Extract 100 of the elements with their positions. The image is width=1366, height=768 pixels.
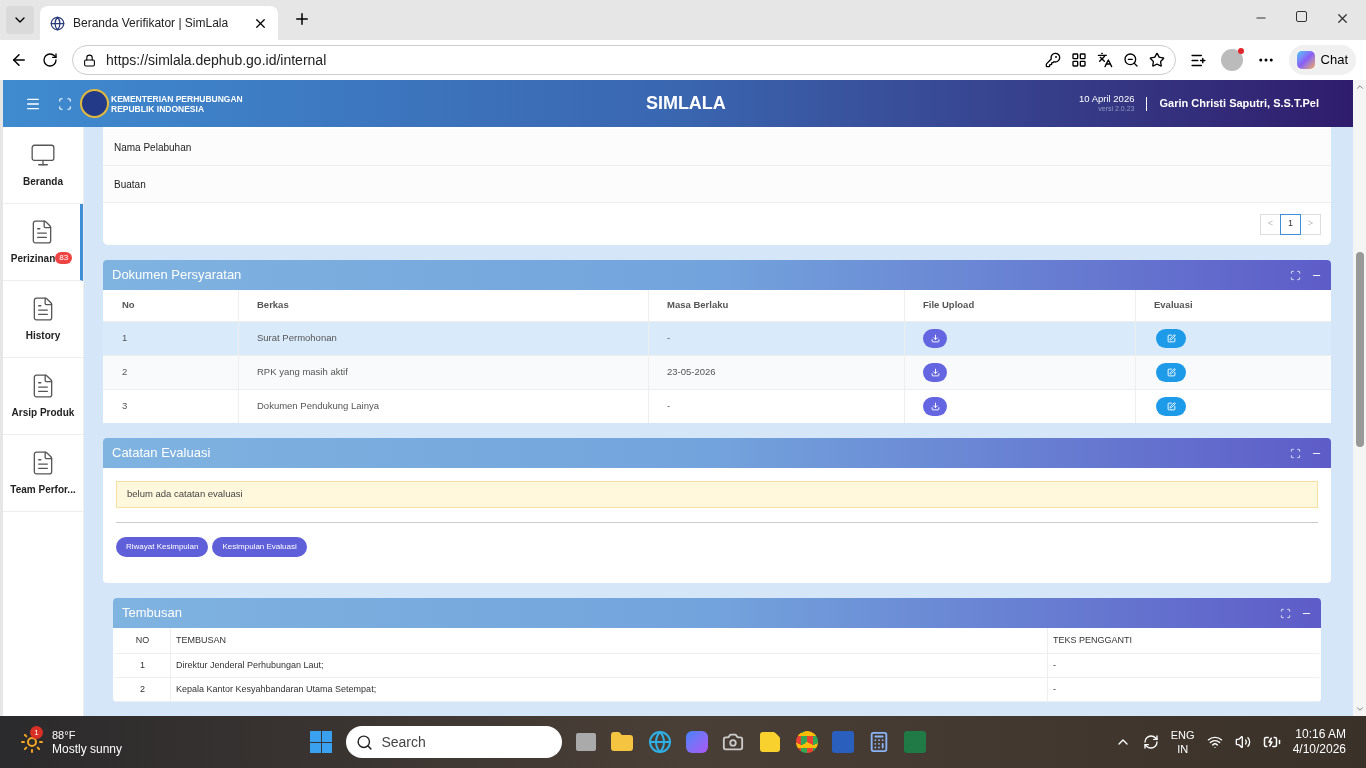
edit-icon xyxy=(1166,368,1176,377)
table-cell: Dokumen Pendukung Lainya xyxy=(238,389,648,423)
url-text: https://simlala.dephub.go.id/internal xyxy=(106,50,328,70)
fullscreen-icon[interactable] xyxy=(58,96,72,111)
table-cell: 1 xyxy=(103,321,238,355)
edit-icon xyxy=(1166,402,1176,411)
scroll-up-icon[interactable] xyxy=(1354,82,1365,92)
chat-button[interactable]: Chat xyxy=(1288,45,1356,75)
table-cell: - xyxy=(1047,654,1319,678)
table-cell: 1 xyxy=(115,654,170,678)
fullscreen-icon[interactable] xyxy=(1290,447,1301,459)
site-logo-icon xyxy=(50,15,65,31)
empty-notice: belum ada catatan evaluasi xyxy=(116,481,1318,508)
header-date: 10 April 2026 xyxy=(1079,93,1135,104)
table-cell: - xyxy=(648,389,904,423)
download-button[interactable] xyxy=(923,363,947,382)
key-icon[interactable] xyxy=(1044,52,1061,68)
action-button[interactable]: Riwayat Kesimpulan xyxy=(116,537,209,557)
table-cell: 3 xyxy=(103,389,238,423)
sidebar-item[interactable]: Team Perfor... xyxy=(3,435,83,512)
table-cell: RPK yang masih aktif xyxy=(238,355,648,389)
org-country: REPUBLIK INDONESIA xyxy=(111,103,206,114)
table-cell: 2 xyxy=(103,355,238,389)
sync-icon[interactable] xyxy=(1142,734,1159,750)
restore-window-icon[interactable] xyxy=(1296,11,1307,22)
panel-title: Dokumen Persyaratan xyxy=(112,266,242,285)
sidebar-label: History xyxy=(25,328,61,343)
lock-icon xyxy=(83,53,96,67)
edit-button[interactable] xyxy=(1156,363,1186,382)
region-text[interactable]: IN xyxy=(1177,742,1189,756)
action-button[interactable]: Kesimpulan Evaluasi xyxy=(212,537,307,557)
clock-time[interactable]: 10:16 AM xyxy=(1295,727,1346,742)
table-cell: Kepala Kantor Kesyahbandaran Utama Setempat; xyxy=(170,678,1047,702)
table-cell: - xyxy=(1047,678,1319,702)
sidebar-label: Beranda xyxy=(23,174,63,189)
fullscreen-icon[interactable] xyxy=(1280,607,1291,619)
scroll-down-icon[interactable] xyxy=(1354,704,1365,714)
new-tab-icon[interactable] xyxy=(293,10,311,28)
column-header: NO xyxy=(115,628,170,654)
table-cell: 2 xyxy=(115,678,170,702)
sidebar-item[interactable]: History xyxy=(3,281,83,358)
browser-icon[interactable] xyxy=(648,730,673,754)
browser-tab[interactable]: Beranda Verifikator | SimLala xyxy=(40,6,278,40)
folder-icon[interactable] xyxy=(610,730,635,754)
back-icon[interactable] xyxy=(10,51,28,69)
row-label: Nama Pelabuhan xyxy=(114,140,192,155)
panel-title: Tembusan xyxy=(122,604,182,623)
zoom-out-icon[interactable] xyxy=(1122,52,1139,68)
search-icon xyxy=(356,733,374,751)
column-header: TEKS PENGGANTI xyxy=(1047,628,1319,654)
download-icon xyxy=(930,368,940,377)
temperature: 88°F xyxy=(52,728,77,742)
profile-avatar[interactable] xyxy=(1220,49,1243,71)
download-button[interactable] xyxy=(923,329,947,348)
download-icon xyxy=(930,402,940,411)
column-header: TEMBUSAN xyxy=(170,628,1047,654)
org-name: KEMENTERIAN PERHUBUNGAN xyxy=(111,93,243,104)
apps-icon[interactable] xyxy=(1070,52,1087,68)
edit-icon xyxy=(1166,334,1176,343)
edit-button[interactable] xyxy=(1156,329,1186,348)
scrollbar-thumb[interactable] xyxy=(1355,252,1364,447)
row-label: Buatan xyxy=(114,177,146,192)
user-name[interactable]: Garin Christi Saputri, S.S.T.Pel xyxy=(1159,95,1319,112)
search-placeholder: Search xyxy=(381,732,426,752)
sticky-note-icon[interactable] xyxy=(758,730,783,754)
sidebar-label: Team Perfor... xyxy=(10,482,76,497)
search-field[interactable]: Search xyxy=(346,726,563,758)
camera-icon[interactable] xyxy=(722,731,745,753)
edit-button[interactable] xyxy=(1156,397,1186,416)
task-view-icon[interactable] xyxy=(576,733,597,751)
start-icon[interactable] xyxy=(310,731,333,753)
emblem-icon xyxy=(80,89,109,118)
sidebar-label: Perizinan xyxy=(10,251,56,266)
tab-list-button[interactable] xyxy=(6,6,34,34)
notification-badge: 1 xyxy=(30,726,43,739)
close-window-icon[interactable] xyxy=(1335,11,1350,26)
page-button[interactable]: 1 xyxy=(1280,213,1301,235)
sidebar-item[interactable]: Beranda xyxy=(3,127,83,204)
translate-icon[interactable] xyxy=(1096,52,1113,68)
app-title: SIMLALA xyxy=(645,92,726,115)
language-text[interactable]: ENG xyxy=(1170,728,1195,742)
table-cell: Surat Permohonan xyxy=(238,321,648,355)
volume-icon[interactable] xyxy=(1234,734,1251,750)
table-cell: Direktur Jenderal Perhubungan Laut; xyxy=(170,654,1047,678)
panel-title: Catatan Evaluasi xyxy=(112,444,211,463)
star-icon[interactable] xyxy=(1148,52,1165,68)
scrollbar[interactable] xyxy=(1353,80,1366,716)
download-icon xyxy=(930,334,940,343)
download-button[interactable] xyxy=(923,397,947,416)
sidebar-item[interactable]: Arsip Produk xyxy=(3,358,83,435)
table-cell: 23-05-2026 xyxy=(648,355,904,389)
wifi-icon[interactable] xyxy=(1206,734,1223,750)
fullscreen-icon[interactable] xyxy=(1290,269,1301,281)
weather-text: Mostly sunny xyxy=(52,742,123,756)
sidebar-label: Arsip Produk xyxy=(11,405,75,420)
count-badge: 83 xyxy=(55,252,73,264)
reload-icon[interactable] xyxy=(42,52,58,68)
clock-date[interactable]: 4/10/2026 xyxy=(1292,742,1346,757)
table-cell: - xyxy=(648,321,904,355)
tab-title: Beranda Verifikator | SimLala xyxy=(73,15,230,32)
